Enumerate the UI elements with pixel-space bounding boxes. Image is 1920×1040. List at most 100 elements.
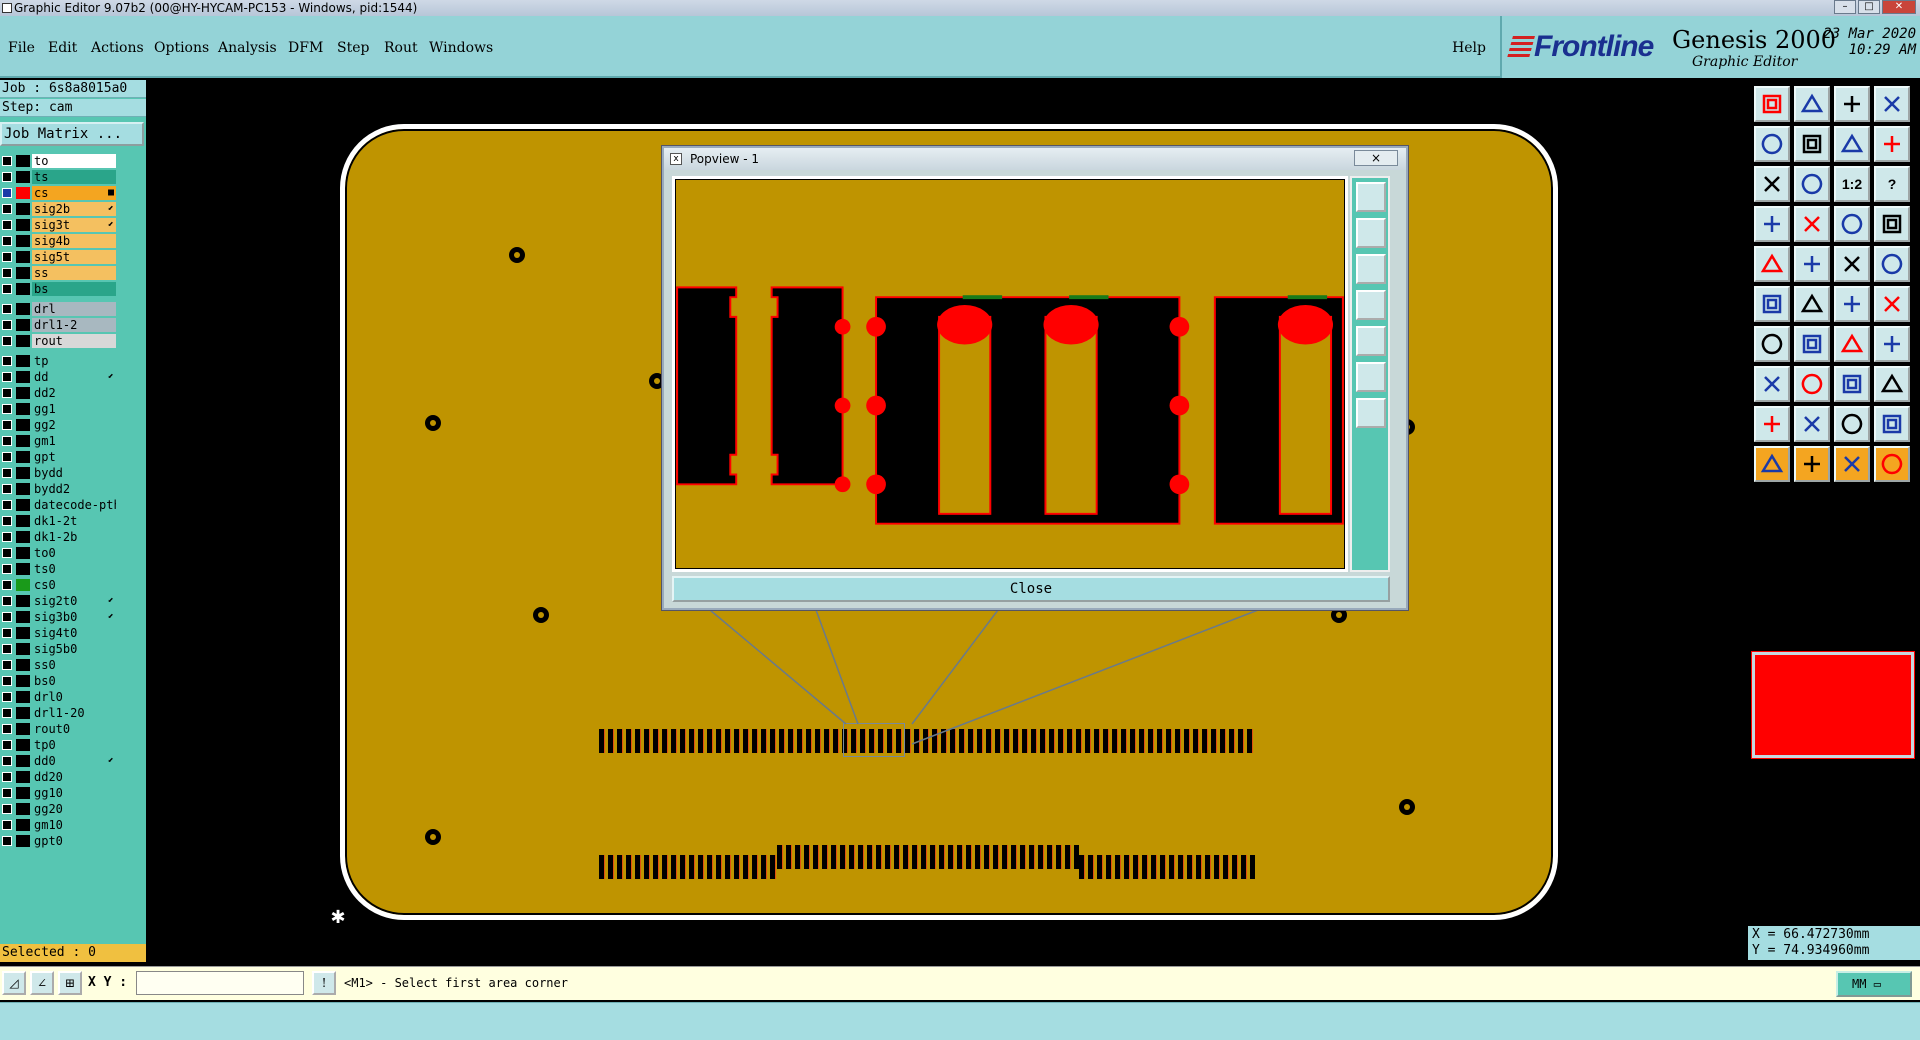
layer-name[interactable]: sig4t0 [32, 626, 116, 640]
layer-checkbox[interactable] [2, 820, 12, 830]
ruler-icon[interactable] [1834, 246, 1870, 282]
layer-name[interactable]: sig2b ⬋ [32, 202, 116, 216]
align-icon[interactable] [1834, 366, 1870, 402]
layer-color-swatch[interactable] [16, 187, 30, 199]
layer-name[interactable]: gg1 [32, 402, 116, 416]
popview-zoom-out-icon[interactable] [1356, 398, 1386, 428]
layer-name[interactable]: gpt [32, 450, 116, 464]
layer-name[interactable]: drl1-2 [32, 318, 116, 332]
shape-icon[interactable] [1874, 366, 1910, 402]
layer-name[interactable]: to [32, 154, 116, 168]
layer-name[interactable]: dk1-2t [32, 514, 116, 528]
help-icon[interactable]: ? [1874, 166, 1910, 202]
layer-name[interactable]: sig3b0 ⬋ [32, 610, 116, 624]
layer-row[interactable]: drl1-2 [0, 318, 118, 332]
layer-name[interactable]: drl1-20 [32, 706, 116, 720]
layer-name[interactable]: sig4b [32, 234, 116, 248]
fit-screen-icon[interactable] [1754, 166, 1790, 202]
layer-checkbox[interactable] [2, 836, 12, 846]
layer-name[interactable]: drl0 [32, 690, 116, 704]
layer-name[interactable]: gg2 [32, 418, 116, 432]
layer-checkbox[interactable] [2, 580, 12, 590]
layer-name[interactable]: cs0 [32, 578, 116, 592]
menu-rout[interactable]: Rout [384, 40, 418, 56]
layer-color-swatch[interactable] [16, 547, 30, 559]
layer-checkbox[interactable] [2, 452, 12, 462]
layer-color-swatch[interactable] [16, 771, 30, 783]
layer-color-swatch[interactable] [16, 739, 30, 751]
layer-row[interactable]: sig3b0 ⬋ [0, 610, 118, 624]
layer-row[interactable]: drl [0, 302, 118, 316]
layer-name[interactable]: sig3t ⬋ [32, 218, 116, 232]
layer-color-swatch[interactable] [16, 595, 30, 607]
layer-name[interactable]: datecode-pth [32, 498, 116, 512]
layer-color-swatch[interactable] [16, 755, 30, 767]
layer-color-swatch[interactable] [16, 451, 30, 463]
layer-checkbox[interactable] [2, 548, 12, 558]
layer-checkbox[interactable] [2, 188, 12, 198]
layer-checkbox[interactable] [2, 420, 12, 430]
layer-row[interactable]: dd20 [0, 770, 118, 784]
menu-analysis[interactable]: Analysis [218, 40, 277, 56]
layer-color-swatch[interactable] [16, 835, 30, 847]
select-pointer-icon[interactable] [1754, 446, 1790, 482]
layer-row[interactable]: sig2t0 ⬋ [0, 594, 118, 608]
layer-checkbox[interactable] [2, 356, 12, 366]
arc-icon[interactable] [1834, 326, 1870, 362]
layer-color-swatch[interactable] [16, 787, 30, 799]
rotate-icon[interactable] [1754, 366, 1790, 402]
layer-name[interactable]: rout [32, 334, 116, 348]
popview-zoom-canvas[interactable] [672, 176, 1348, 572]
layer-color-swatch[interactable] [16, 319, 30, 331]
layer-row[interactable]: cs ■ [0, 186, 118, 200]
layer-row[interactable]: sig3t ⬋ [0, 218, 118, 232]
layer-name[interactable]: ts0 [32, 562, 116, 576]
popview-pan-down-icon[interactable] [1356, 254, 1386, 284]
layer-name[interactable]: dd2 [32, 386, 116, 400]
home-icon[interactable] [1834, 86, 1870, 122]
layer-color-swatch[interactable] [16, 499, 30, 511]
pad-select-icon[interactable] [1874, 246, 1910, 282]
layer-row[interactable]: dd ⬋ [0, 370, 118, 384]
layer-color-swatch[interactable] [16, 403, 30, 415]
units-selector[interactable]: MM ▭ [1836, 971, 1912, 997]
layer-checkbox[interactable] [2, 372, 12, 382]
layer-name[interactable]: ss0 [32, 658, 116, 672]
layer-row[interactable]: bs [0, 282, 118, 296]
layer-checkbox[interactable] [2, 404, 12, 414]
layer-color-swatch[interactable] [16, 435, 30, 447]
snap-toggle-icon[interactable] [1874, 126, 1910, 162]
layer-color-swatch[interactable] [16, 219, 30, 231]
layer-checkbox[interactable] [2, 484, 12, 494]
layer-name[interactable]: ts [32, 170, 116, 184]
layer-color-swatch[interactable] [16, 515, 30, 527]
maximize-button[interactable]: □ [1858, 0, 1880, 14]
layer-checkbox[interactable] [2, 336, 12, 346]
layer-row[interactable]: tp [0, 354, 118, 368]
layer-checkbox[interactable] [2, 756, 12, 766]
layer-color-swatch[interactable] [16, 155, 30, 167]
layer-row[interactable]: tp0 [0, 738, 118, 752]
layer-name[interactable]: drl [32, 302, 116, 316]
popview-close-button[interactable]: Close [672, 576, 1390, 602]
layer-checkbox[interactable] [2, 320, 12, 330]
layer-color-swatch[interactable] [16, 467, 30, 479]
layer-checkbox[interactable] [2, 284, 12, 294]
layer-row[interactable]: gm10 [0, 818, 118, 832]
layer-row[interactable]: ss [0, 266, 118, 280]
save-job-icon[interactable] [1794, 86, 1830, 122]
info-icon[interactable]: ! [312, 971, 336, 995]
layer-row[interactable]: ts0 [0, 562, 118, 576]
layer-row[interactable]: bydd [0, 466, 118, 480]
layer-color-swatch[interactable] [16, 203, 30, 215]
layer-name[interactable]: dd0 ⬋ [32, 754, 116, 768]
layer-color-swatch[interactable] [16, 235, 30, 247]
layer-name[interactable]: ss [32, 266, 116, 280]
layer-color-swatch[interactable] [16, 303, 30, 315]
layer-color-swatch[interactable] [16, 819, 30, 831]
grid-mode-icon[interactable]: ⊞ [58, 971, 82, 995]
popview-close-icon[interactable]: × [1354, 150, 1398, 166]
layer-name[interactable]: sig5b0 [32, 642, 116, 656]
layer-name[interactable]: gm10 [32, 818, 116, 832]
close-window-button[interactable]: ✕ [1882, 0, 1916, 14]
